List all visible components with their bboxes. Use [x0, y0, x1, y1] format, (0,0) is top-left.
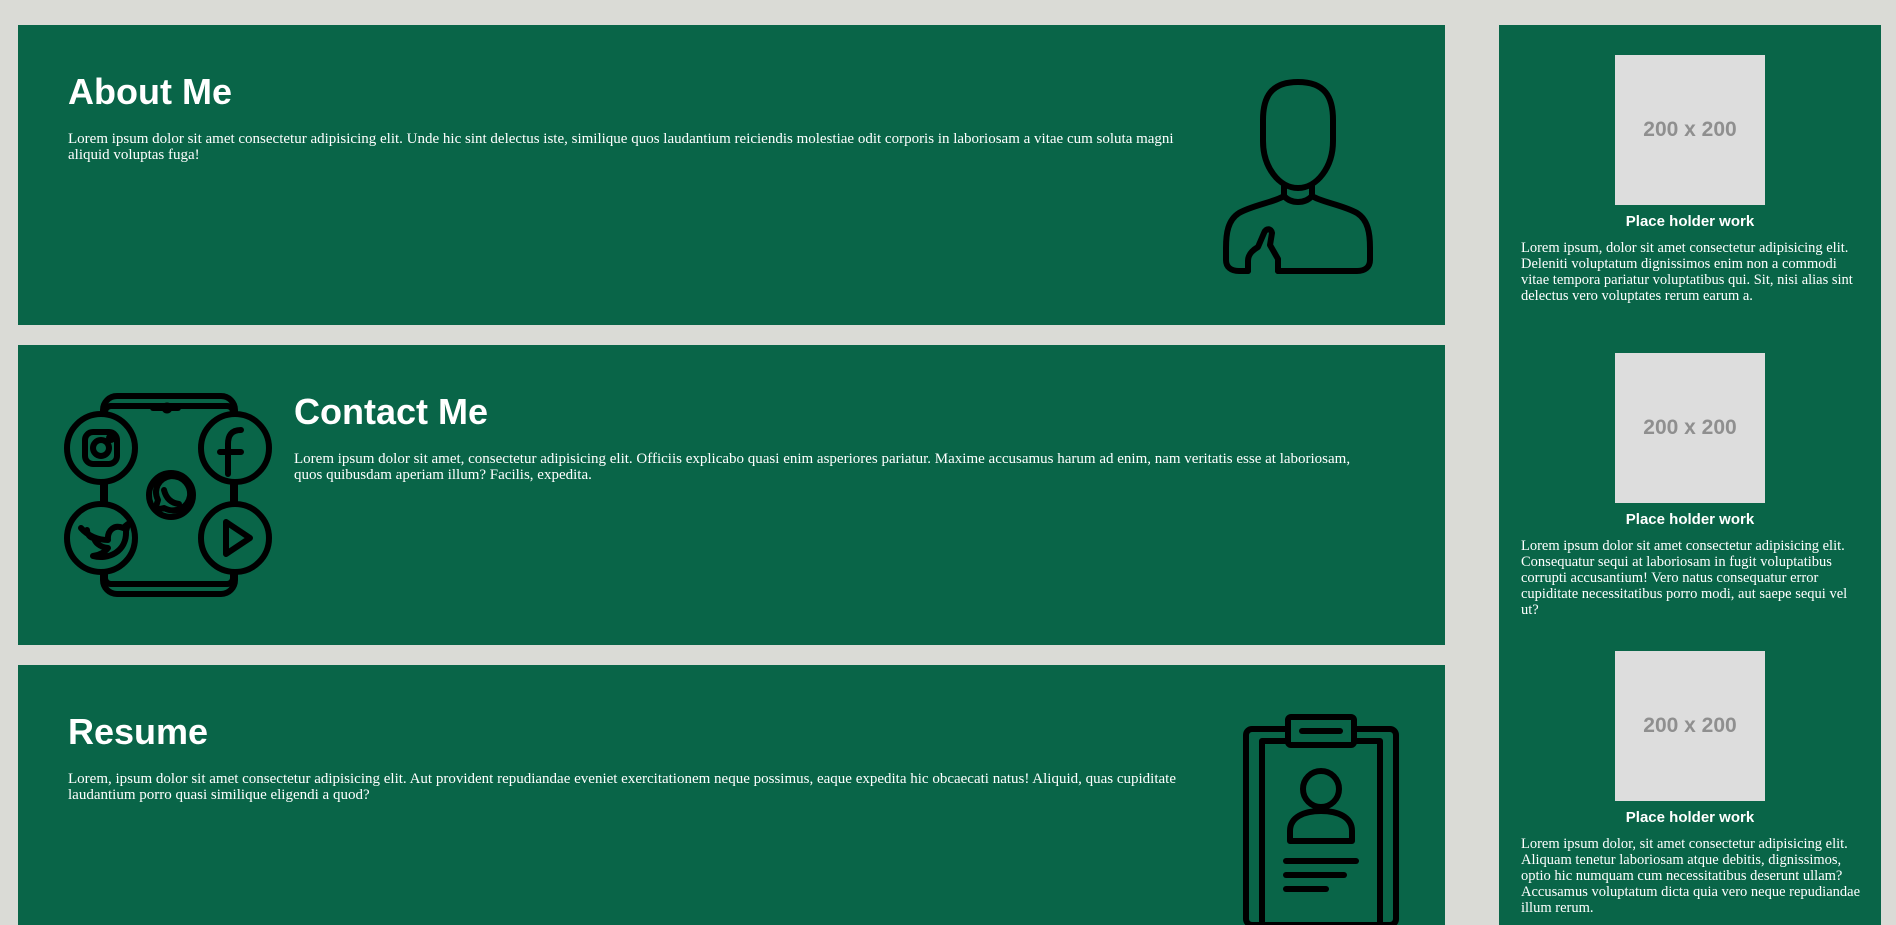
contact-title: Contact Me: [294, 391, 489, 432]
work-description: Lorem ipsum dolor sit amet consectetur a…: [1521, 538, 1848, 618]
work-title: Place holder work: [1625, 213, 1755, 230]
works-sidebar: 200 x 200 Place holder work Lorem ipsum,…: [1499, 25, 1881, 925]
about-section: About Me Lorem ipsum dolor sit amet cons…: [18, 25, 1445, 325]
work-thumbnail: 200 x 200: [1615, 353, 1765, 503]
resume-text: Lorem, ipsum dolor sit amet consectetur …: [68, 771, 1177, 803]
contact-text: Lorem ipsum dolor sit amet, consectetur …: [294, 451, 1351, 483]
work-description: Lorem ipsum, dolor sit amet consectetur …: [1521, 240, 1853, 304]
resume-section: Resume Lorem, ipsum dolor sit amet conse…: [18, 665, 1445, 925]
about-text: Lorem ipsum dolor sit amet consectetur a…: [68, 131, 1174, 163]
resume-title: Resume: [68, 711, 209, 752]
work-thumbnail: 200 x 200: [1615, 651, 1765, 801]
about-title: About Me: [68, 71, 232, 112]
social-phone-icon: [64, 393, 272, 597]
resume-clipboard-icon: [1243, 714, 1399, 925]
work-thumbnail: 200 x 200: [1615, 55, 1765, 205]
work-title: Place holder work: [1625, 511, 1755, 528]
work-title: Place holder work: [1625, 809, 1755, 826]
contact-section: Contact Me Lorem ipsum dolor sit amet, c…: [18, 345, 1445, 645]
person-icon: [1223, 79, 1373, 274]
work-description: Lorem ipsum dolor, sit amet consectetur …: [1521, 836, 1861, 916]
